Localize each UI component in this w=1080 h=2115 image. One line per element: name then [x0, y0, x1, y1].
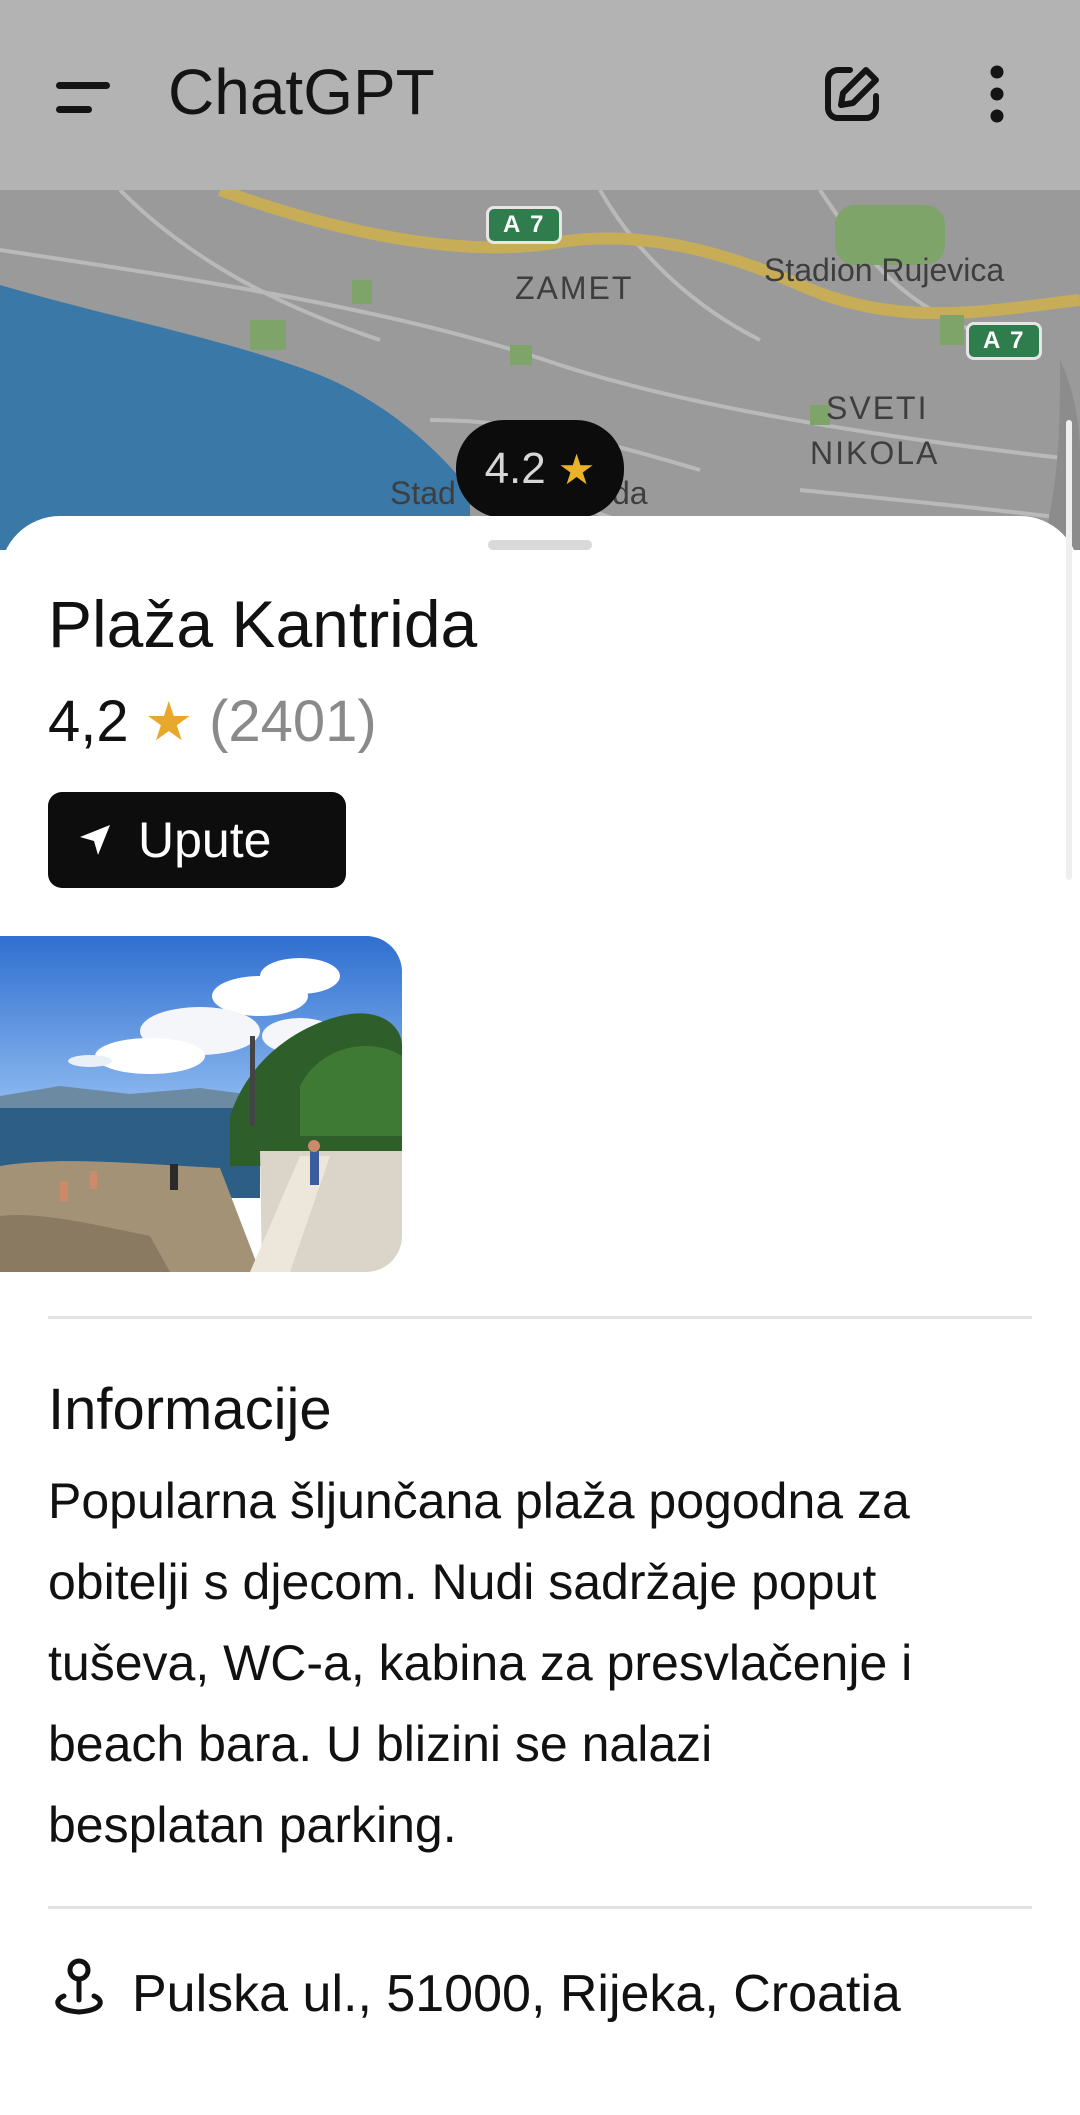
- map-label-sveti: SVETI: [826, 390, 929, 426]
- map-label-stad: Stad: [390, 475, 456, 511]
- map-rating-pin[interactable]: 4.2 ★: [456, 420, 624, 518]
- road-shield-a7-east: A 7: [966, 322, 1043, 360]
- compose-icon[interactable]: [820, 62, 884, 126]
- scrollbar[interactable]: [1066, 420, 1072, 880]
- map-label-zamet: ZAMET: [515, 270, 634, 306]
- more-vertical-icon[interactable]: [970, 62, 1024, 126]
- info-section-title: Informacije: [48, 1377, 332, 1442]
- info-line: obitelji s djecom. Nudi sadržaje poput: [48, 1554, 877, 1610]
- place-rating-row: 4,2 ★ (2401): [48, 688, 377, 755]
- directions-label: Upute: [138, 812, 272, 868]
- pin-rating-value: 4.2: [484, 444, 546, 493]
- app-screen: ChatGPT A 7 A 7 ZAMET Stadion Rujevica S…: [0, 0, 1080, 2115]
- beach-photo[interactable]: [0, 936, 402, 1272]
- info-line: Popularna šljunčana plaža pogodna za: [48, 1473, 910, 1529]
- divider: [48, 1316, 1032, 1319]
- info-line: beach bara. U blizini se nalazi: [48, 1716, 713, 1772]
- star-icon: ★: [557, 445, 596, 493]
- navigation-arrow-icon: [78, 811, 112, 869]
- info-line: tuševa, WC-a, kabina za presvlačenje i: [48, 1635, 913, 1691]
- directions-button[interactable]: Upute: [48, 792, 346, 888]
- sheet-drag-handle[interactable]: [488, 540, 592, 550]
- top-app-bar: ChatGPT: [0, 0, 1080, 190]
- map-label-nikola: NIKOLA: [810, 435, 940, 471]
- app-title: ChatGPT: [168, 56, 435, 128]
- road-shield-a7: A 7: [486, 206, 563, 244]
- place-details-sheet: Plaža Kantrida 4,2 ★ (2401) Upute Inform…: [0, 516, 1080, 2115]
- divider: [48, 1906, 1032, 1909]
- info-line: besplatan parking.: [48, 1797, 457, 1853]
- map-label-stadion: Stadion Rujevica: [764, 252, 1005, 288]
- place-name: Plaža Kantrida: [48, 587, 478, 661]
- location-pin-icon: [48, 1956, 110, 2031]
- menu-icon[interactable]: [50, 68, 120, 128]
- star-icon: ★: [144, 692, 194, 752]
- rating-value: 4,2: [48, 689, 129, 754]
- address-row[interactable]: Pulska ul., 51000, Rijeka, Croatia: [48, 1956, 901, 2031]
- review-count[interactable]: (2401): [209, 688, 377, 755]
- info-description: Popularna šljunčana plaža pogodna za obi…: [48, 1461, 1048, 1866]
- address-text: Pulska ul., 51000, Rijeka, Croatia: [132, 1964, 901, 2023]
